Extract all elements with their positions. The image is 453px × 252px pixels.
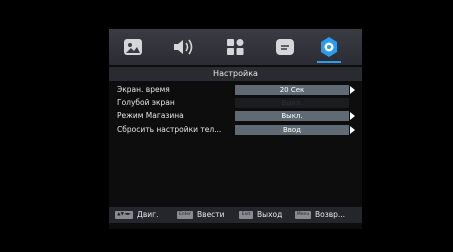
chevron-right-icon <box>350 126 355 134</box>
row-value[interactable]: Выкл. <box>235 111 349 121</box>
menu-row-reset-settings[interactable]: Сбросить настройки тел... Ввод <box>109 124 362 135</box>
menu-row-blue-screen: Голубой экран Выкл. <box>109 97 362 108</box>
exit-key-icon: Exit <box>239 211 253 219</box>
settings-gear-icon[interactable] <box>315 35 343 59</box>
menu-key-icon: Menu <box>295 211 311 219</box>
row-label: Сбросить настройки тел... <box>117 125 222 134</box>
chevron-right-icon <box>350 112 355 120</box>
channels-icon[interactable] <box>271 35 299 59</box>
enter-hint-label: Ввести <box>197 210 225 219</box>
row-label: Режим Магазина <box>117 111 184 120</box>
exit-hint-label: Выход <box>257 210 283 219</box>
nav-keys-icon: ▲▼◄► <box>115 211 133 219</box>
row-value[interactable]: Ввод <box>235 125 349 135</box>
row-value: Выкл. <box>235 98 349 108</box>
row-label: Экран. время <box>117 85 170 94</box>
nav-hint-label: Двиг. <box>137 210 159 219</box>
menu-tab-bar <box>109 29 362 65</box>
row-value[interactable]: 20 Сек <box>235 85 349 95</box>
apps-icon[interactable] <box>221 35 249 59</box>
key-hint-bar: ▲▼◄► Двиг. Enter Ввести Exit Выход Menu … <box>109 207 362 223</box>
menu-row-store-mode[interactable]: Режим Магазина Выкл. <box>109 110 362 121</box>
row-label: Голубой экран <box>117 98 175 107</box>
active-tab-indicator <box>317 61 341 63</box>
page-title: Настройка <box>109 67 362 81</box>
enter-key-icon: Enter <box>177 211 193 219</box>
menu-hint-label: Возвр... <box>315 210 346 219</box>
tv-menu-screen: Настройка Экран. время 20 Сек Голубой эк… <box>109 29 362 229</box>
menu-row-screen-time[interactable]: Экран. время 20 Сек <box>109 84 362 95</box>
speaker-icon[interactable] <box>169 35 197 59</box>
chevron-right-icon <box>350 86 355 94</box>
picture-icon[interactable] <box>119 35 147 59</box>
